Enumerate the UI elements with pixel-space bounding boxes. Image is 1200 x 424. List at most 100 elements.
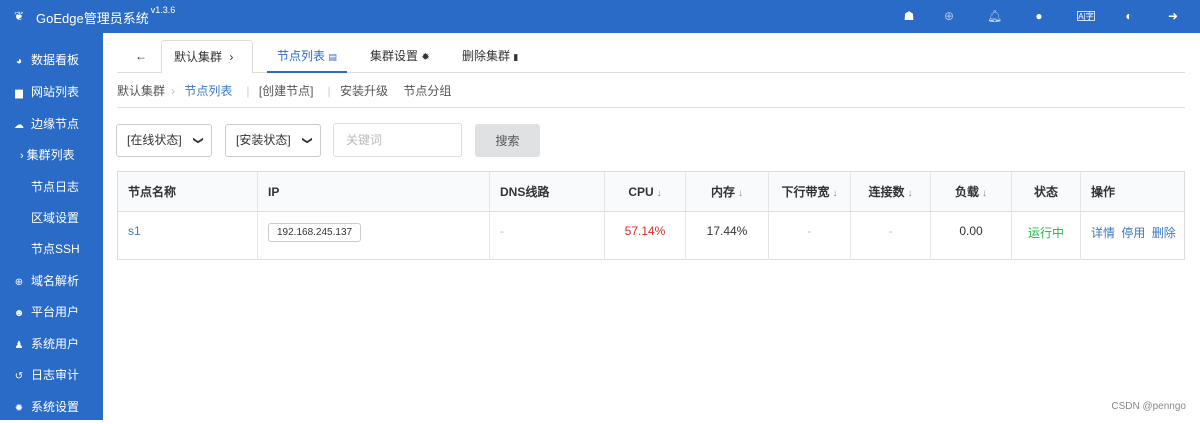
create-node-link[interactable]: [创建节点] [259, 84, 314, 98]
tab-label: 默认集群 [174, 50, 223, 64]
bandwidth-value: - [768, 211, 851, 260]
col-memory[interactable]: 内存 ↓ [685, 171, 769, 212]
globe-icon[interactable]: ⊕ [942, 9, 956, 23]
app-title[interactable]: GoEdge管理员系统v1.3.6 [36, 5, 176, 27]
sidebar-item-label: 系统设置 [31, 400, 80, 414]
ticket-icon[interactable]: ☗ [902, 9, 916, 23]
bell-icon[interactable]: 🔔︎ [987, 9, 1002, 23]
memory-value: 17.44% [685, 211, 769, 260]
trash-icon: ▮ [513, 52, 519, 62]
tab-cluster[interactable]: 默认集群 › [161, 40, 253, 74]
delete-link[interactable]: 删除 [1152, 226, 1176, 240]
back-arrow-icon[interactable]: ← [135, 40, 147, 73]
keyword-input[interactable] [333, 123, 462, 157]
online-status-select[interactable]: [在线状态] ❯ [116, 124, 212, 157]
ip-badge: 192.168.245.137 [268, 223, 362, 242]
tab-label: 节点列表 [277, 49, 326, 63]
sidebar-item-dashboard[interactable]: ◕ 数据看板 [0, 45, 103, 75]
sidebar-item-edge-nodes[interactable]: ☁ 边缘节点 [0, 109, 103, 139]
chevron-down-icon: ❯ [192, 136, 204, 145]
select-value: [在线状态] [127, 133, 182, 147]
breadcrumb: 默认集群 › 节点列表 | [创建节点] | 安装升级 节点分组 [117, 82, 1185, 108]
install-status-select[interactable]: [安装状态] ❯ [225, 124, 321, 157]
sidebar-item-system-settings[interactable]: ✹ 系统设置 [0, 392, 103, 422]
breadcrumb-current[interactable]: 节点列表 [184, 84, 232, 98]
col-label: CPU [628, 184, 654, 199]
dns-value: - [489, 211, 605, 260]
chevron-down-icon: ❯ [301, 136, 313, 145]
logout-icon[interactable]: ➜ [1166, 9, 1180, 23]
col-label: 连接数 [868, 185, 905, 199]
col-cpu[interactable]: CPU ↓ [604, 171, 686, 212]
col-load[interactable]: 负载 ↓ [930, 171, 1012, 212]
node-groups-link[interactable]: 节点分组 [403, 84, 451, 98]
sidebar-item-label: 网站列表 [31, 85, 80, 99]
globe-icon: ⊕ [14, 277, 24, 288]
sidebar-item-system-users[interactable]: ♟ 系统用户 [0, 329, 103, 359]
cloud-icon: ☁ [14, 120, 24, 131]
detail-link[interactable]: 详情 [1091, 226, 1115, 240]
sidebar-item-audit-logs[interactable]: ↺ 日志审计 [0, 360, 103, 390]
breadcrumb-cluster[interactable]: 默认集群 [117, 84, 165, 98]
sidebar-item-node-ssh[interactable]: 节点SSH [0, 234, 103, 264]
col-label: 下行带宽 [781, 185, 830, 199]
dashboard-icon: ◕ [15, 56, 23, 67]
sidebar-item-region-settings[interactable]: 区域设置 [0, 203, 103, 233]
chevron-right-icon: › [20, 150, 24, 162]
sidebar-item-websites[interactable]: ▆ 网站列表 [0, 77, 103, 107]
top-header: ❦ GoEdge管理员系统v1.3.6 ☗ ⊕ 🔔︎ ● A|字 ◐ ➜ [0, 0, 1200, 33]
sidebar-item-dns[interactable]: ⊕ 域名解析 [0, 266, 103, 296]
divider: | [327, 84, 331, 98]
disable-link[interactable]: 停用 [1121, 226, 1145, 240]
sidebar-item-platform-users[interactable]: ☻ 平台用户 [0, 297, 103, 327]
connections-value: - [850, 211, 931, 260]
col-status: 状态 [1011, 171, 1081, 212]
tab-label: 集群设置 [370, 49, 419, 63]
users-icon: ☻ [13, 308, 25, 319]
node-name-link[interactable]: s1 [128, 224, 141, 238]
tab-label: 删除集群 [462, 49, 511, 63]
sidebar-item-label: 系统用户 [31, 337, 80, 351]
translate-icon[interactable]: A|字 [1077, 11, 1095, 21]
node-table: 节点名称 IP DNS线路 CPU ↓ 内存 ↓ 下行带宽 ↓ 连接数 ↓ 负载 ↓ 状态… [117, 171, 1185, 260]
user-icon[interactable]: ● [1032, 9, 1046, 23]
app-version: v1.3.6 [150, 5, 176, 15]
sidebar-item-label: 区域设置 [31, 211, 80, 225]
col-label: 负载 [954, 185, 979, 199]
sidebar-item-label: 集群列表 [26, 148, 75, 162]
search-button[interactable]: 搜索 [475, 124, 540, 157]
install-upgrade-link[interactable]: 安装升级 [340, 84, 388, 98]
sidebar: ◕ 数据看板 ▆ 网站列表 ☁ 边缘节点 › 集群列表 节点日志 区域设置 节点SSH … [0, 33, 103, 420]
col-actions: 操作 [1080, 171, 1185, 212]
sidebar-item-label: 平台用户 [31, 305, 80, 319]
sidebar-item-node-logs[interactable]: 节点日志 [0, 172, 103, 202]
app-title-text: GoEdge管理员系统 [36, 11, 149, 26]
sidebar-item-label: 节点SSH [31, 242, 80, 256]
col-label: 内存 [710, 185, 735, 199]
chevron-right-icon: › [229, 50, 234, 64]
sort-down-icon: ↓ [907, 188, 913, 199]
clone-icon: ▆ [15, 88, 23, 99]
sidebar-item-label: 边缘节点 [31, 117, 80, 131]
col-dns: DNS线路 [489, 171, 605, 212]
breadcrumb-separator: › [171, 84, 176, 98]
sidebar-item-cluster-list[interactable]: › 集群列表 [0, 140, 103, 170]
load-value: 0.00 [930, 211, 1012, 260]
user-secret-icon: ♟ [14, 340, 24, 351]
cluster-tabs: ← 默认集群 › 节点列表 ▤ 集群设置 ✹ 删除集群 ▮ [117, 40, 1185, 74]
col-node-name: 节点名称 [117, 171, 258, 212]
sidebar-item-label: 域名解析 [31, 274, 80, 288]
tab-node-list[interactable]: 节点列表 ▤ [267, 40, 347, 73]
sidebar-item-label: 节点日志 [31, 180, 80, 194]
col-ip: IP [257, 171, 490, 212]
sort-down-icon: ↓ [982, 188, 987, 199]
col-connections[interactable]: 连接数 ↓ [850, 171, 931, 212]
divider: | [246, 84, 250, 98]
contrast-icon[interactable]: ◐ [1122, 9, 1136, 23]
select-value: [安装状态] [236, 133, 291, 147]
list-icon: ▤ [328, 52, 337, 62]
tab-cluster-settings[interactable]: 集群设置 ✹ [370, 40, 430, 73]
tab-delete-cluster[interactable]: 删除集群 ▮ [462, 40, 518, 73]
col-bandwidth[interactable]: 下行带宽 ↓ [768, 171, 851, 212]
sort-down-icon: ↓ [738, 188, 743, 199]
